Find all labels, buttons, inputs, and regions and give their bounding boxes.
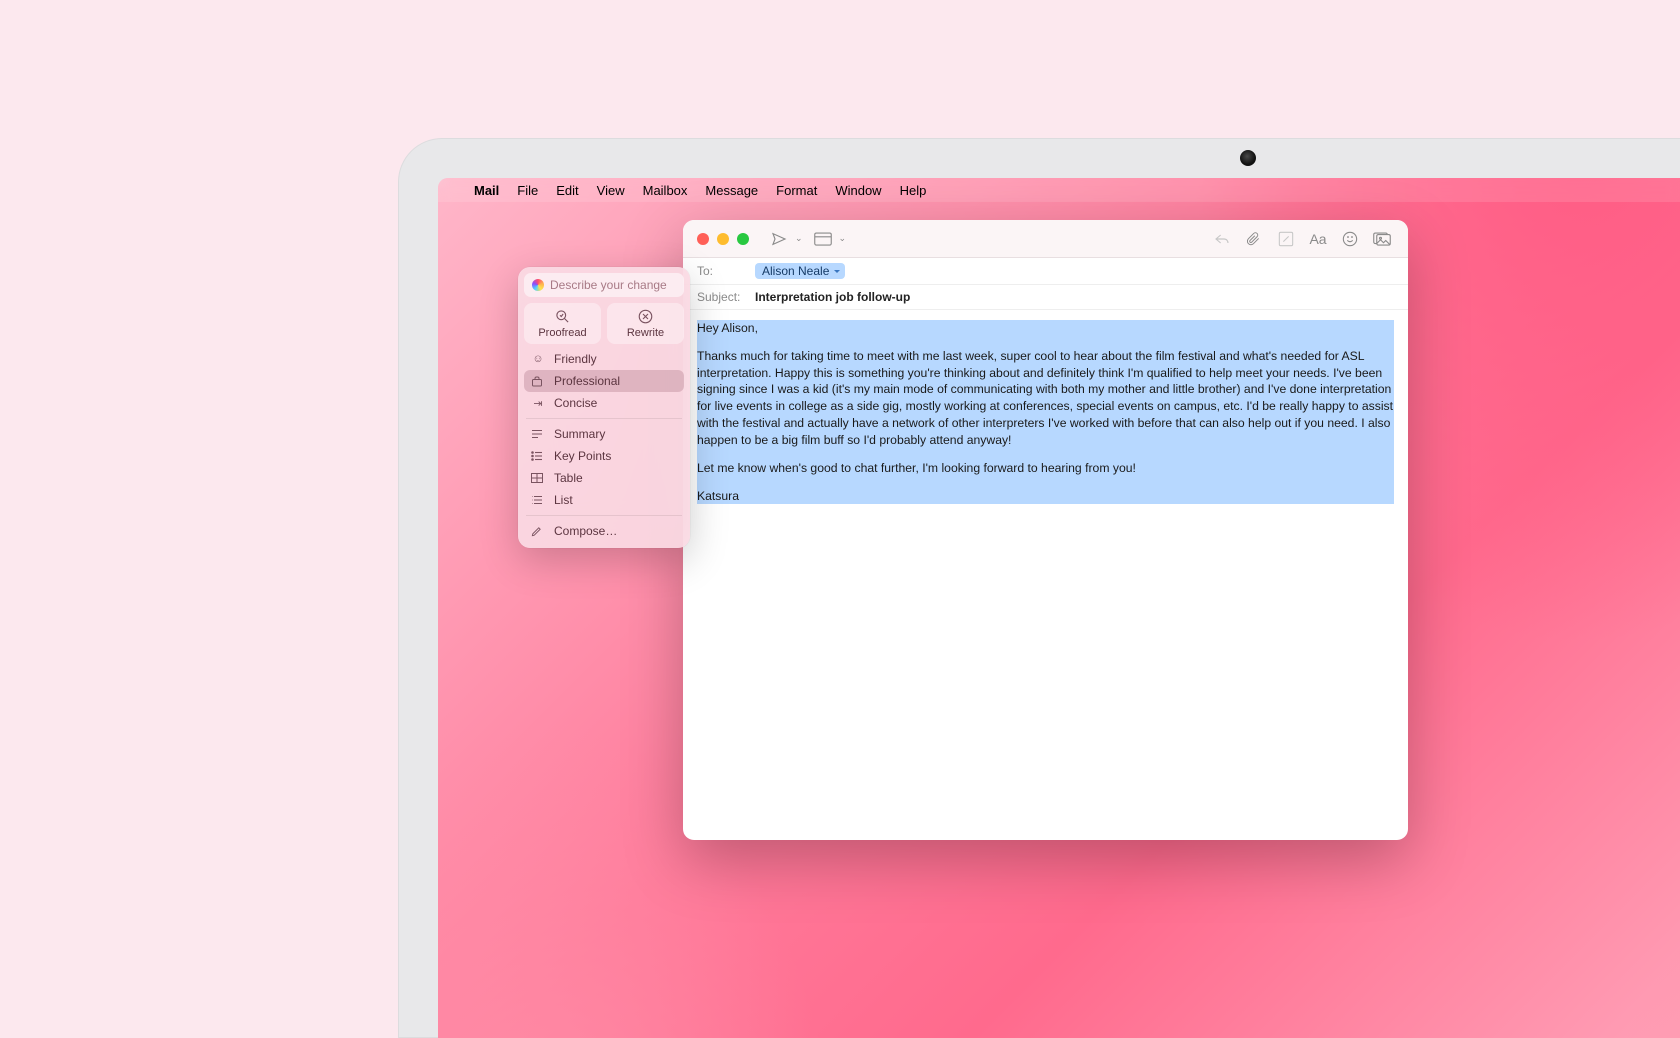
describe-change-input[interactable]: Describe your change [524,273,684,297]
format-button[interactable]: Aa [1306,227,1330,251]
emoji-button[interactable] [1338,227,1362,251]
menu-message[interactable]: Message [705,183,758,198]
describe-change-placeholder: Describe your change [550,278,667,292]
transform-summary[interactable]: Summary [524,423,684,445]
to-row[interactable]: To: Alison Neale [683,258,1408,285]
attach-button[interactable] [1242,227,1266,251]
summary-label: Summary [554,427,605,441]
friendly-icon: ☺ [531,353,545,365]
rewrite-button[interactable]: Rewrite [607,303,684,344]
body-greeting: Hey Alison, [697,320,1394,337]
compose-window: ⌄ ⌄ Aa [683,220,1408,840]
table-label: Table [554,471,583,485]
proofread-icon [524,309,601,325]
markup-button[interactable] [1274,227,1298,251]
message-body[interactable]: Hey Alison, Thanks much for taking time … [683,310,1408,840]
concise-icon: ⇥ [531,397,545,410]
keypoints-label: Key Points [554,449,611,463]
popover-divider [526,418,682,419]
transform-keypoints[interactable]: Key Points [524,445,684,467]
header-options-chevron-icon[interactable]: ⌄ [839,233,847,244]
subject-row[interactable]: Subject: Interpretation job follow-up [683,285,1408,310]
popover-divider-2 [526,515,682,516]
body-paragraph-1: Thanks much for taking time to meet with… [697,348,1394,449]
send-options-chevron-icon[interactable]: ⌄ [795,233,803,244]
list-label: List [554,493,573,507]
menu-edit[interactable]: Edit [556,183,578,198]
send-button[interactable] [767,227,791,251]
tone-concise[interactable]: ⇥ Concise [524,392,684,414]
proofread-label: Proofread [538,327,586,339]
menu-format[interactable]: Format [776,183,817,198]
menu-view[interactable]: View [597,183,625,198]
proofread-button[interactable]: Proofread [524,303,601,344]
subject-label: Subject: [697,290,747,304]
writing-tools-popover: Describe your change Proofread Rewrite [518,267,690,548]
recipient-name: Alison Neale [762,264,829,278]
menu-file[interactable]: File [517,183,538,198]
menu-help[interactable]: Help [900,183,927,198]
professional-label: Professional [554,374,620,388]
menubar-app-name[interactable]: Mail [474,183,499,198]
imac-frame: Mail File Edit View Mailbox Message Form… [398,138,1680,1038]
summary-icon [531,429,545,439]
professional-icon [531,376,545,387]
menu-mailbox[interactable]: Mailbox [643,183,688,198]
transform-list[interactable]: List [524,489,684,511]
photo-browser-button[interactable] [1370,227,1394,251]
table-icon [531,473,545,483]
keypoints-icon [531,451,545,461]
zoom-button[interactable] [737,233,749,245]
menu-window[interactable]: Window [835,183,881,198]
compose-item[interactable]: Compose… [524,520,684,542]
recipient-token[interactable]: Alison Neale [755,263,845,279]
reply-button[interactable] [1210,227,1234,251]
header-fields-button[interactable] [811,227,835,251]
concise-label: Concise [554,396,597,410]
rewrite-icon [607,309,684,325]
minimize-button[interactable] [717,233,729,245]
body-paragraph-2: Let me know when's good to chat further,… [697,460,1394,477]
close-button[interactable] [697,233,709,245]
transform-table[interactable]: Table [524,467,684,489]
rewrite-label: Rewrite [627,327,664,339]
tone-friendly[interactable]: ☺ Friendly [524,348,684,370]
camera-icon [1240,150,1256,166]
to-label: To: [697,264,747,278]
ai-spark-icon [532,279,544,291]
list-icon [531,495,545,505]
compose-titlebar: ⌄ ⌄ Aa [683,220,1408,258]
desktop-screen: Mail File Edit View Mailbox Message Form… [438,178,1680,1038]
compose-icon [531,526,545,537]
friendly-label: Friendly [554,352,597,366]
menubar: Mail File Edit View Mailbox Message Form… [438,178,1680,202]
window-controls [697,233,749,245]
subject-value: Interpretation job follow-up [755,290,910,304]
tone-professional[interactable]: Professional [524,370,684,392]
compose-label: Compose… [554,524,617,538]
body-signature: Katsura [697,488,1394,505]
